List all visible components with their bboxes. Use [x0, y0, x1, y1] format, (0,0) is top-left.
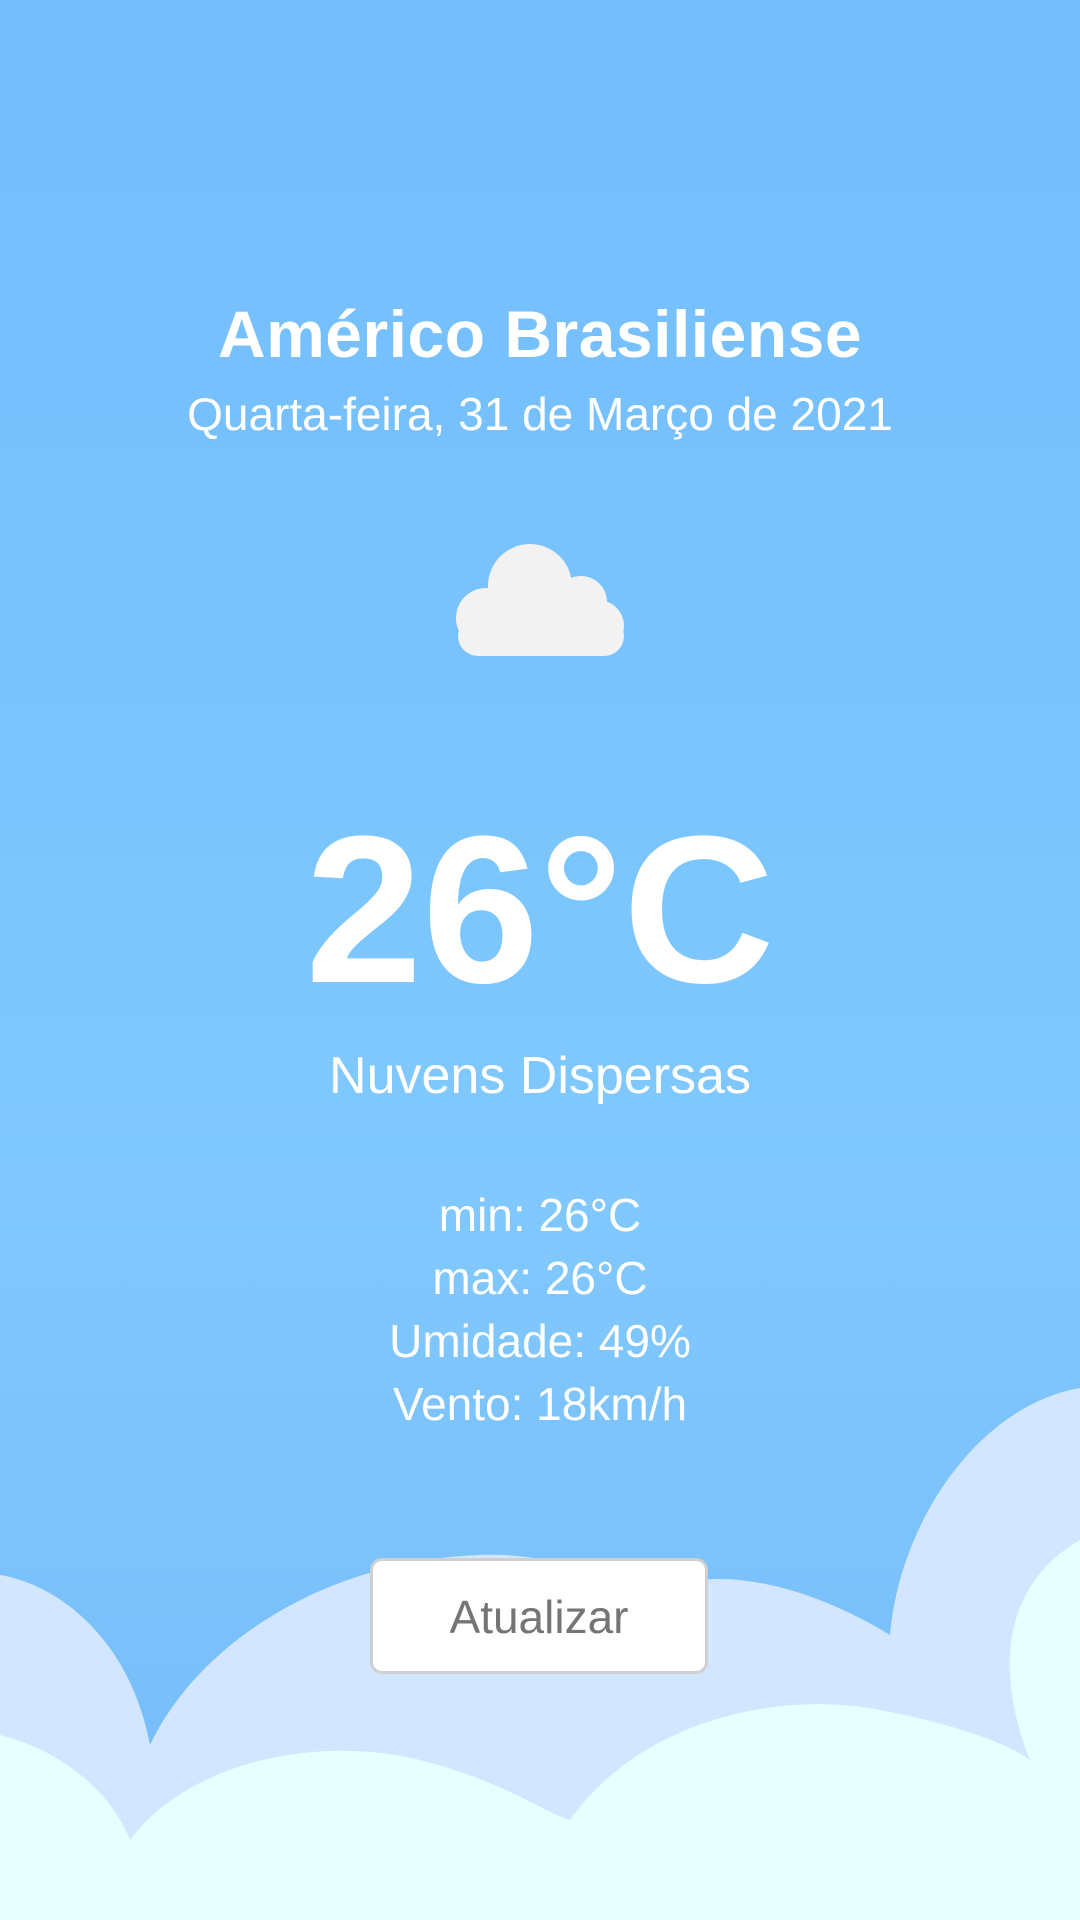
max-temperature: max: 26°C	[432, 1252, 648, 1304]
weather-details: min: 26°C max: 26°C Umidade: 49% Vento: …	[0, 1184, 1080, 1436]
weather-screen: Américo Brasiliense Quarta-feira, 31 de …	[0, 0, 1080, 1920]
min-temperature: min: 26°C	[438, 1189, 642, 1241]
refresh-button[interactable]: Atualizar	[370, 1558, 708, 1674]
cloud-icon	[456, 544, 624, 656]
humidity: Umidade: 49%	[389, 1315, 691, 1367]
weather-description: Nuvens Dispersas	[329, 1047, 751, 1105]
wind-speed: Vento: 18km/h	[392, 1378, 688, 1430]
current-temperature: 26°C	[305, 792, 775, 1027]
current-date: Quarta-feira, 31 de Março de 2021	[187, 388, 893, 440]
city-name: Américo Brasiliense	[217, 297, 863, 371]
